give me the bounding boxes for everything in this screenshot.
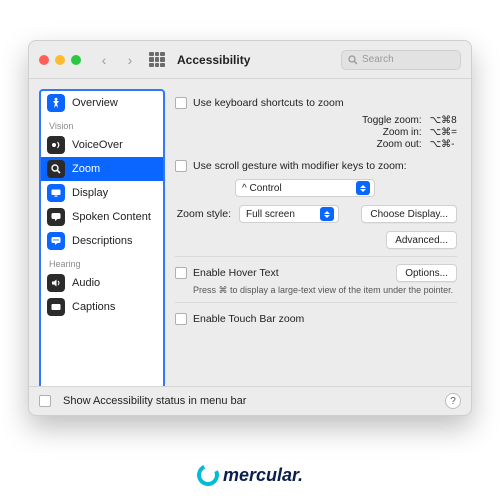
zoom-style-value: Full screen: [246, 209, 295, 220]
sidebar[interactable]: Overview Vision VoiceOver Zoom Display: [39, 89, 165, 386]
hover-text-label: Enable Hover Text: [193, 267, 279, 279]
sidebar-item-voiceover[interactable]: VoiceOver: [41, 133, 163, 157]
overview-icon: [47, 94, 65, 112]
sidebar-item-zoom[interactable]: Zoom: [41, 157, 163, 181]
window-title: Accessibility: [177, 53, 250, 67]
hover-text-hint: Press ⌘ to display a large-text view of …: [193, 285, 457, 296]
settings-pane: Use keyboard shortcuts to zoom Toggle zo…: [175, 89, 461, 378]
sidebar-item-spoken-content[interactable]: Spoken Content: [41, 205, 163, 229]
toolbar: ‹ › Accessibility Search: [29, 41, 471, 79]
touch-bar-zoom-label: Enable Touch Bar zoom: [193, 313, 304, 325]
sidebar-group-hearing: Hearing: [41, 253, 163, 271]
show-status-label: Show Accessibility status in menu bar: [63, 395, 246, 407]
use-keyboard-shortcuts-row: Use keyboard shortcuts to zoom: [175, 93, 457, 113]
minimize-icon[interactable]: [55, 55, 65, 65]
spoken-content-icon: [47, 208, 65, 226]
zoom-style-select[interactable]: Full screen: [239, 205, 339, 223]
sidebar-item-descriptions[interactable]: Descriptions: [41, 229, 163, 253]
sidebar-item-captions[interactable]: Captions: [41, 295, 163, 319]
audio-icon: [47, 274, 65, 292]
sidebar-item-label: Captions: [72, 301, 115, 313]
sidebar-group-vision: Vision: [41, 115, 163, 133]
sidebar-item-label: Overview: [72, 97, 118, 109]
brand-text: mercular.: [223, 465, 303, 486]
help-button[interactable]: ?: [445, 393, 461, 409]
brand-logo-icon: [194, 461, 222, 489]
search-placeholder: Search: [362, 54, 394, 65]
captions-icon: [47, 298, 65, 316]
sidebar-item-label: Audio: [72, 277, 100, 289]
touch-bar-zoom-checkbox[interactable]: [175, 313, 187, 325]
hover-text-row: Enable Hover Text Options...: [175, 263, 457, 283]
hover-text-options-button[interactable]: Options...: [396, 264, 457, 282]
window-controls: [39, 55, 81, 65]
chevron-updown-icon: [356, 181, 370, 195]
show-all-icon[interactable]: [149, 52, 165, 68]
use-keyboard-shortcuts-label: Use keyboard shortcuts to zoom: [193, 97, 344, 109]
descriptions-icon: [47, 232, 65, 250]
choose-display-button[interactable]: Choose Display...: [361, 205, 457, 223]
zoom-out-shortcut: ⌥⌘-: [430, 139, 457, 150]
toggle-zoom-shortcut: ⌥⌘8: [430, 115, 457, 126]
forward-button[interactable]: ›: [121, 51, 139, 69]
divider: [175, 302, 457, 303]
sidebar-item-audio[interactable]: Audio: [41, 271, 163, 295]
toggle-zoom-label: Toggle zoom:: [265, 115, 422, 126]
back-button[interactable]: ‹: [95, 51, 113, 69]
sidebar-item-label: Display: [72, 187, 108, 199]
sidebar-item-label: Descriptions: [72, 235, 133, 247]
zoom-in-label: Zoom in:: [265, 127, 422, 138]
advanced-button[interactable]: Advanced...: [386, 231, 457, 249]
search-icon: [348, 55, 358, 65]
zoom-window-icon[interactable]: [71, 55, 81, 65]
hover-text-checkbox[interactable]: [175, 267, 187, 279]
zoom-out-label: Zoom out:: [265, 139, 422, 150]
sidebar-item-overview[interactable]: Overview: [41, 91, 163, 115]
modifier-key-value: ^ Control: [242, 183, 282, 194]
sidebar-item-label: VoiceOver: [72, 139, 123, 151]
close-icon[interactable]: [39, 55, 49, 65]
display-icon: [47, 184, 65, 202]
use-keyboard-shortcuts-checkbox[interactable]: [175, 97, 187, 109]
touch-bar-zoom-row: Enable Touch Bar zoom: [175, 309, 457, 329]
use-scroll-gesture-checkbox[interactable]: [175, 160, 187, 172]
zoom-style-label: Zoom style:: [175, 208, 231, 220]
use-scroll-gesture-row: Use scroll gesture with modifier keys to…: [175, 156, 457, 176]
keyboard-shortcuts-list: Toggle zoom: ⌥⌘8 Zoom in: ⌥⌘= Zoom out: …: [265, 115, 457, 150]
divider: [175, 256, 457, 257]
content-area: Overview Vision VoiceOver Zoom Display: [29, 79, 471, 386]
sidebar-item-label: Spoken Content: [72, 211, 151, 223]
zoom-in-shortcut: ⌥⌘=: [430, 127, 457, 138]
search-input[interactable]: Search: [341, 50, 461, 70]
voiceover-icon: [47, 136, 65, 154]
brand-watermark: mercular.: [0, 464, 500, 486]
preferences-window: ‹ › Accessibility Search Overview Vision: [28, 40, 472, 416]
window-footer: Show Accessibility status in menu bar ?: [29, 386, 471, 415]
sidebar-item-label: Zoom: [72, 163, 100, 175]
sidebar-item-display[interactable]: Display: [41, 181, 163, 205]
zoom-icon: [47, 160, 65, 178]
use-scroll-gesture-label: Use scroll gesture with modifier keys to…: [193, 160, 407, 172]
show-status-checkbox[interactable]: [39, 395, 51, 407]
modifier-key-select[interactable]: ^ Control: [235, 179, 375, 197]
chevron-updown-icon: [320, 207, 334, 221]
